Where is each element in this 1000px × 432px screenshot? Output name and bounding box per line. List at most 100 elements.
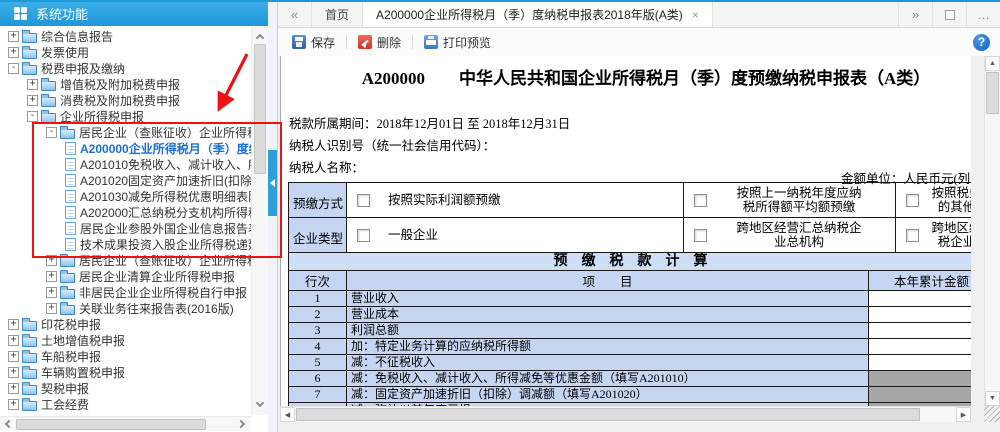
tree-item-doc[interactable]: 居民企业参股外国企业信息报告表	[0, 220, 268, 236]
expand-plus-icon[interactable]: +	[46, 286, 57, 298]
tree-item-folder[interactable]: + 发票使用	[0, 44, 268, 60]
tree-item-doc[interactable]: A200000企业所得税月（季）度纳税申报表201	[0, 140, 268, 156]
tree-item-doc[interactable]: A201030减免所得税优惠明细表附表	[0, 188, 268, 204]
scroll-down-icon[interactable]	[255, 398, 265, 408]
sidebar-vertical-scrollbar[interactable]	[251, 26, 268, 415]
expand-plus-icon[interactable]: +	[8, 334, 19, 346]
row-item-label: 利润总额	[346, 322, 869, 339]
tree-item-folder[interactable]: + 居民企业清算企业所得税申报	[0, 268, 268, 284]
checkbox[interactable]	[906, 193, 919, 207]
scroll-left-icon[interactable]	[4, 419, 14, 429]
tree-item-folder[interactable]: - 企业所得税申报	[0, 108, 268, 124]
scrollbar-thumb[interactable]	[254, 44, 266, 174]
expand-plus-icon[interactable]: +	[46, 254, 57, 266]
checkbox[interactable]	[694, 193, 707, 207]
tree-item-label: 居民企业（查账征收）企业所得税月（季）度申报	[79, 125, 268, 140]
tree-item-doc[interactable]: A201010免税收入、减计收入、所得减免等优惠明	[0, 156, 268, 172]
tree-item-folder[interactable]: + 印花税申报	[0, 316, 268, 332]
form-vertical-scrollbar[interactable]: ▲ ▼	[984, 56, 1000, 406]
expand-plus-icon[interactable]: +	[8, 350, 19, 362]
expand-plus-icon[interactable]: +	[8, 382, 19, 394]
tree-item-folder[interactable]: + 车辆购置税申报	[0, 364, 268, 380]
checkbox[interactable]	[357, 228, 370, 242]
tree-item-folder[interactable]: + 契税申报	[0, 380, 268, 396]
tree-item-label: A200000企业所得税月（季）度纳税申报表201	[80, 141, 268, 156]
checkbox[interactable]	[694, 228, 707, 242]
tree-item-doc[interactable]: A201020固定资产加速折旧(扣除)优惠明细表	[0, 172, 268, 188]
print-preview-button[interactable]: 打印预览	[420, 32, 495, 53]
amount-cell[interactable]	[867, 354, 971, 371]
expand-plus-icon[interactable]: +	[8, 398, 19, 410]
collapse-minus-icon[interactable]: -	[46, 126, 57, 138]
maximize-button[interactable]	[932, 2, 966, 27]
tree-item-doc[interactable]: 技术成果投资入股企业所得税递延纳税备案表	[0, 236, 268, 252]
scrollbar-thumb[interactable]	[986, 72, 999, 114]
tree-item-label: A201020固定资产加速折旧(扣除)优惠明细表	[80, 173, 268, 188]
tab-more-button[interactable]: …	[966, 2, 1000, 27]
taxpayer-id-line: 纳税人识别号（统一社会信用代码）：	[289, 138, 971, 154]
amount-cell[interactable]	[867, 322, 971, 339]
resize-grip[interactable]	[984, 406, 1000, 422]
sidebar-horizontal-scrollbar[interactable]	[0, 416, 251, 431]
form-horizontal-scrollbar[interactable]: ◀ ▶	[280, 406, 971, 422]
tree-item-folder[interactable]: + 增值税及附加税费申报	[0, 76, 268, 92]
collapse-minus-icon[interactable]: -	[8, 62, 19, 74]
tree-item-doc[interactable]: A202000汇总纳税分支机构所得税分配表	[0, 204, 268, 220]
tree-item-folder[interactable]: + 居民企业（查账征收）企业所得税年度申报	[0, 252, 268, 268]
folder-icon	[41, 77, 56, 91]
expand-plus-icon[interactable]: +	[8, 318, 19, 330]
panel-splitter[interactable]	[268, 0, 277, 432]
tree-item-folder[interactable]: + 关联业务往来报告表(2016版)	[0, 300, 268, 316]
tree-item-folder[interactable]: - 税费申报及缴纳	[0, 60, 268, 76]
scroll-right-button[interactable]: ▶	[956, 407, 971, 422]
tabs-scroll-left-button[interactable]: «	[278, 2, 312, 27]
amount-unit-note: 金额单位：人民币元(列	[841, 172, 971, 186]
tree-item-label: 综合信息报告	[41, 29, 114, 44]
scroll-down-button[interactable]: ▼	[985, 391, 1000, 406]
expand-plus-icon[interactable]: +	[8, 30, 19, 42]
scroll-up-button[interactable]: ▲	[985, 56, 1000, 71]
checkbox[interactable]	[906, 228, 919, 242]
folder-open-icon	[41, 109, 56, 123]
tab-a200000-form[interactable]: A200000企业所得税月（季）度纳税申报表2018年版(A类) ×	[363, 2, 713, 27]
collapse-minus-icon[interactable]: -	[27, 110, 38, 122]
tabs-scroll-right-button[interactable]: »	[898, 2, 932, 27]
expand-plus-icon[interactable]: +	[8, 46, 19, 58]
help-icon[interactable]: ?	[973, 33, 990, 51]
checkbox[interactable]	[357, 193, 370, 207]
tab-close-icon[interactable]: ×	[692, 9, 699, 21]
row-number: 5	[288, 354, 347, 371]
tree-item-folder[interactable]: + 综合信息报告	[0, 28, 268, 44]
folder-icon	[22, 45, 37, 59]
scroll-right-icon[interactable]	[236, 419, 247, 429]
tree-item-folder[interactable]: + 非居民企业企业所得税自行申报	[0, 284, 268, 300]
tree-item-folder[interactable]: + 车船税申报	[0, 348, 268, 364]
folder-icon	[22, 333, 37, 347]
row-number: 2	[288, 306, 347, 323]
amount-cell[interactable]	[867, 290, 971, 307]
tree-item-folder[interactable]: + 土地增值税申报	[0, 332, 268, 348]
amount-cell[interactable]	[867, 338, 971, 355]
amount-cell[interactable]	[867, 306, 971, 323]
expand-plus-icon[interactable]: +	[46, 270, 57, 282]
expand-plus-icon[interactable]: +	[27, 78, 38, 90]
tab-bar: « 首页 A200000企业所得税月（季）度纳税申报表2018年版(A类) × …	[278, 2, 1000, 28]
tree-item-folder[interactable]: + 工会经费	[0, 396, 268, 412]
method-option-cell: 一般企业	[346, 217, 684, 253]
scrollbar-thumb[interactable]	[296, 408, 920, 421]
scroll-up-icon[interactable]	[255, 33, 265, 43]
save-button[interactable]: 保存	[288, 32, 339, 53]
expand-plus-icon[interactable]: +	[46, 302, 57, 314]
tree-item-folder[interactable]: - 居民企业（查账征收）企业所得税月（季）度申报	[0, 124, 268, 140]
folder-icon	[41, 93, 56, 107]
toolbar: 保存 删除 打印预览 ?	[278, 28, 1000, 56]
delete-button[interactable]: 删除	[354, 32, 405, 53]
scrollbar-thumb[interactable]	[16, 419, 206, 430]
expand-plus-icon[interactable]: +	[27, 94, 38, 106]
tax-period-line: 税款所属期间：2018年12月01日 至 2018年12月31日	[289, 116, 971, 132]
expand-plus-icon[interactable]: +	[8, 366, 19, 378]
tree-item-folder[interactable]: + 消费税及附加税费申报	[0, 92, 268, 108]
scroll-left-button[interactable]: ◀	[280, 407, 295, 422]
tab-home[interactable]: 首页	[312, 2, 364, 27]
splitter-collapse-handle[interactable]	[268, 150, 277, 216]
